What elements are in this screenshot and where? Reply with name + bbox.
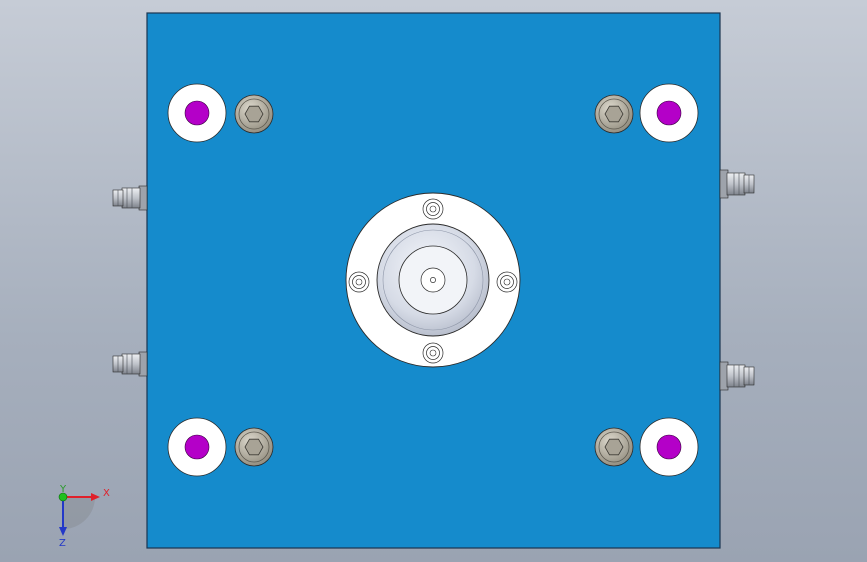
ring-screw-bottom[interactable] — [422, 342, 444, 364]
guide-pin-icon — [184, 100, 210, 126]
triad-shadow — [63, 497, 95, 529]
guide-bushing-top-right[interactable] — [639, 83, 699, 143]
ring-screw-right[interactable] — [496, 271, 518, 293]
reference-triad[interactable]: X Y Z — [40, 480, 120, 550]
ring-screw-top[interactable] — [422, 198, 444, 220]
guide-pin-icon — [184, 434, 210, 460]
hex-socket-icon — [604, 438, 624, 456]
ring-screw-left[interactable] — [348, 271, 370, 293]
y-axis-label: Y — [59, 484, 67, 495]
z-axis-label: Z — [59, 538, 66, 549]
x-axis-label: X — [103, 488, 110, 499]
water-fitting-right-top[interactable] — [719, 169, 755, 199]
hex-socket-icon — [244, 105, 264, 123]
cap-screw-top-left[interactable] — [234, 94, 274, 134]
water-fitting-left-top[interactable] — [112, 185, 148, 211]
guide-bushing-bottom-left[interactable] — [167, 417, 227, 477]
x-axis-arrowhead — [91, 493, 100, 501]
guide-pin-icon — [656, 100, 682, 126]
cap-screw-top-right[interactable] — [594, 94, 634, 134]
cap-screw-bottom-right[interactable] — [594, 427, 634, 467]
guide-pin-icon — [656, 434, 682, 460]
hex-socket-icon — [244, 438, 264, 456]
water-fitting-right-bottom[interactable] — [719, 361, 755, 391]
cap-screw-bottom-left[interactable] — [234, 427, 274, 467]
hex-socket-icon — [604, 105, 624, 123]
sprue-hole-icon — [430, 277, 436, 283]
water-fitting-left-bottom[interactable] — [112, 351, 148, 377]
model-view[interactable] — [0, 0, 867, 562]
locating-ring[interactable] — [345, 192, 521, 368]
guide-bushing-bottom-right[interactable] — [639, 417, 699, 477]
guide-bushing-top-left[interactable] — [167, 83, 227, 143]
cad-viewport[interactable]: X Y Z — [0, 0, 867, 562]
z-axis-arrowhead — [59, 527, 67, 536]
